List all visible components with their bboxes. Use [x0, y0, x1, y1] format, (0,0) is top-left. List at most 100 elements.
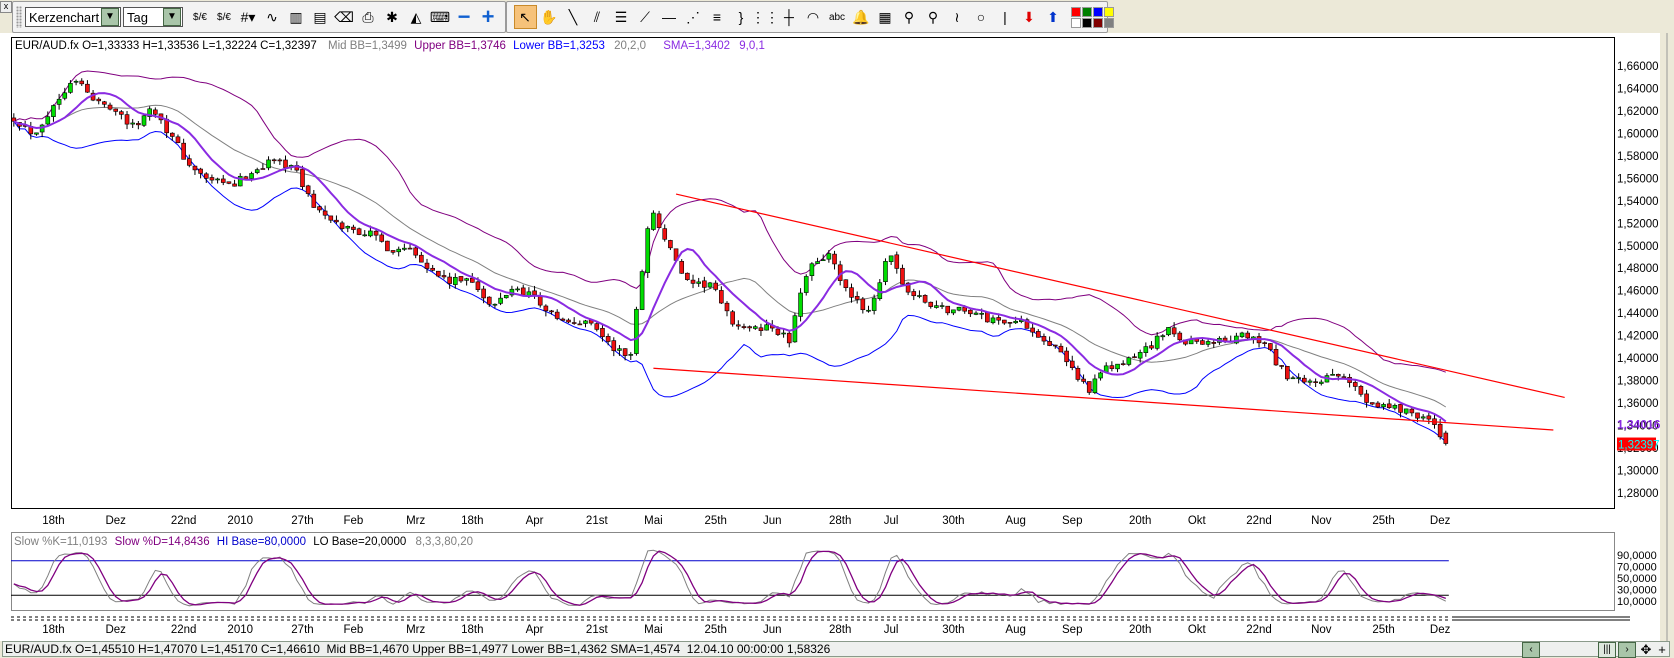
- zoom-plus-icon[interactable]: +: [1654, 642, 1670, 657]
- status-readout: EUR/AUD.fx O=1,45510 H=1,47070 L=1,45170…: [5, 642, 831, 656]
- x-axis-date-label: Dez: [1430, 624, 1451, 636]
- y-axis-tick-label: 1,48000: [1617, 263, 1659, 275]
- x-axis-date-label: 30th: [942, 515, 964, 527]
- scroll-thumb[interactable]: |||: [1598, 641, 1616, 658]
- candle-body: [1007, 322, 1013, 324]
- candle-body: [447, 276, 452, 284]
- candle-body: [736, 324, 741, 327]
- candle-body: [939, 305, 945, 307]
- candle-body: [1239, 332, 1245, 338]
- x-axis-date-label: 28th: [829, 515, 851, 527]
- candle-body: [328, 215, 334, 221]
- candle-body: [203, 173, 209, 179]
- candle-body: [611, 340, 617, 352]
- zoom-minus-icon[interactable]: −: [1670, 642, 1674, 657]
- candle-body: [968, 309, 973, 315]
- candle-body: [1285, 365, 1290, 380]
- candle-body: [656, 213, 662, 228]
- x-axis-date-label: 27th: [291, 624, 313, 636]
- y-axis-tick-label: 1,62000: [1617, 106, 1659, 118]
- x-axis-date-label: 18th: [42, 624, 64, 636]
- candle-body: [1177, 332, 1183, 341]
- chart-area: EUR/AUD.fx O=1,33333 H=1,33536 L=1,32224…: [0, 33, 1674, 641]
- candle-body: [786, 332, 792, 344]
- candle-body: [803, 276, 809, 293]
- x-axis-date-label: Okt: [1188, 515, 1207, 527]
- candle-body: [1137, 352, 1143, 359]
- candle-body: [1058, 345, 1064, 353]
- bb-params: 20,2,0: [614, 40, 646, 52]
- candle-body: [1115, 363, 1120, 370]
- candle-body: [45, 116, 51, 125]
- candle-body: [809, 263, 815, 276]
- candle-body: [973, 312, 979, 315]
- candle-body: [724, 302, 730, 312]
- candle-body: [56, 98, 62, 105]
- stoch-axis-tick-label: 90,0000: [1617, 550, 1657, 562]
- ohlc-readout: EUR/AUD.fx O=1,33333 H=1,33536 L=1,32224…: [15, 40, 317, 52]
- candle-body: [554, 311, 560, 319]
- candle-body: [956, 306, 962, 311]
- candle-body: [854, 296, 860, 300]
- candle-body: [1052, 344, 1058, 347]
- candle-body: [690, 279, 696, 284]
- candle-body: [1171, 327, 1177, 335]
- candle-body: [719, 290, 724, 304]
- candle-body: [917, 295, 922, 297]
- x-axis-date-label: Sep: [1062, 515, 1082, 527]
- candle-body: [430, 267, 435, 271]
- candle-body: [617, 348, 622, 351]
- candle-body: [543, 305, 549, 312]
- candle-body: [475, 281, 481, 290]
- candle-body: [1296, 377, 1301, 379]
- candle-body: [130, 122, 135, 125]
- scroll-left-button[interactable]: ‹: [1522, 641, 1540, 658]
- candle-body: [153, 109, 158, 115]
- candle-body: [277, 159, 283, 162]
- candle-body: [1330, 374, 1335, 376]
- candle-body: [1120, 363, 1126, 365]
- candle-body: [696, 281, 701, 284]
- candle-body: [1200, 340, 1205, 345]
- candle-body: [1268, 343, 1273, 350]
- candle-body: [775, 328, 781, 335]
- candle-body: [181, 142, 186, 160]
- candle-body: [758, 327, 764, 331]
- candle-body: [702, 280, 707, 288]
- candle-body: [685, 272, 690, 280]
- candle-body: [413, 247, 418, 256]
- candle-body: [407, 247, 413, 250]
- move-cross-icon[interactable]: ✥: [1638, 642, 1654, 658]
- x-axis-date-label: Mai: [644, 624, 663, 636]
- y-axis-tick-label: 1,46000: [1617, 286, 1659, 298]
- candle-body: [1205, 341, 1211, 345]
- candle-body: [339, 222, 345, 229]
- candle-body: [668, 240, 673, 249]
- chart-navigation: ‹|||›✥+−↶: [1522, 641, 1674, 658]
- candle-body: [51, 105, 56, 117]
- candle-body: [266, 159, 271, 169]
- candle-body: [458, 276, 464, 282]
- x-axis-date-label: Nov: [1311, 624, 1332, 636]
- x-axis-date-label: Mai: [644, 515, 663, 527]
- x-axis-date-label: Okt: [1188, 624, 1207, 636]
- candle-body: [651, 212, 656, 230]
- candle-body: [102, 101, 107, 105]
- candle-body: [764, 324, 769, 331]
- y-axis-tick-label: 1,42000: [1617, 331, 1659, 343]
- candle-body: [220, 178, 226, 183]
- candle-body: [334, 219, 339, 223]
- candle-body: [600, 328, 605, 338]
- candle-body: [1273, 349, 1279, 366]
- candle-body: [781, 332, 786, 335]
- candle-body: [1109, 365, 1115, 369]
- candle-body: [951, 309, 956, 314]
- stoch-axis-tick-label: 70,0000: [1617, 562, 1657, 574]
- candle-body: [226, 181, 232, 184]
- y-axis-tick-label: 1,44000: [1617, 308, 1659, 320]
- scroll-right-button[interactable]: ›: [1618, 641, 1636, 658]
- x-axis-date-label: Apr: [526, 515, 544, 527]
- x-axis-date-label: 20th: [1129, 515, 1151, 527]
- candle-body: [843, 279, 849, 288]
- candle-body: [1030, 327, 1035, 333]
